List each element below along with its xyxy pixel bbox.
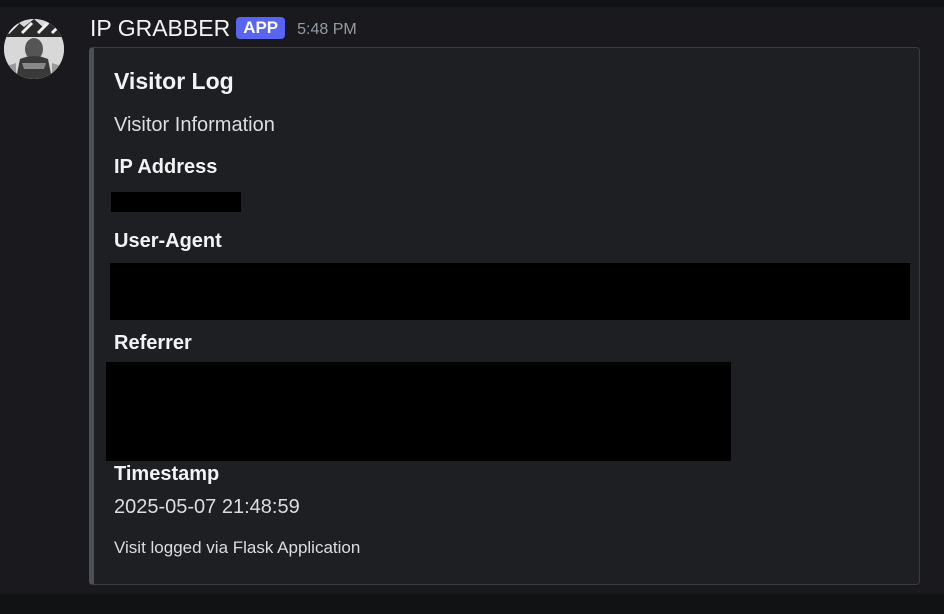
redacted-user-agent <box>110 263 910 320</box>
field-name-referrer: Referrer <box>114 332 192 354</box>
embed-title: Visitor Log <box>114 68 234 94</box>
top-divider <box>0 0 944 7</box>
field-name-timestamp: Timestamp <box>114 463 220 485</box>
embed-card: Visitor Log Visitor Information IP Addre… <box>89 47 920 585</box>
redacted-ip-address <box>111 192 241 212</box>
author-avatar[interactable] <box>4 19 64 79</box>
chat-message: IP GRABBER APP 5:48 PM Visitor Log Visit… <box>0 7 944 594</box>
field-name-ip-address: IP Address <box>114 156 218 178</box>
embed-description: Visitor Information <box>114 114 275 136</box>
embed-footer: Visit logged via Flask Application <box>114 538 361 557</box>
field-value-timestamp: 2025-05-07 21:48:59 <box>114 496 300 518</box>
app-badge: APP <box>236 17 286 39</box>
message-header: IP GRABBER APP 5:48 PM <box>90 13 357 43</box>
field-name-user-agent: User-Agent <box>114 230 222 252</box>
author-name[interactable]: IP GRABBER <box>90 15 230 42</box>
bottom-divider <box>0 594 944 614</box>
message-time[interactable]: 5:48 PM <box>297 21 357 39</box>
avatar-image-icon <box>4 19 64 79</box>
redacted-referrer <box>106 362 731 461</box>
